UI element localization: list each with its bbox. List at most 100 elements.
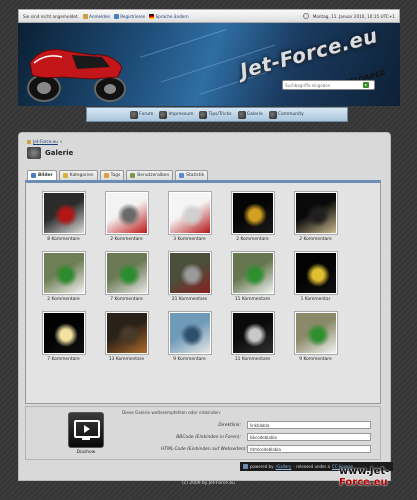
comment-count: 9 Kommentare [173,357,206,362]
embed-row-html: HTML-Code (Einbinden auf Webseiten): [161,445,371,453]
register-link[interactable]: Registrieren [114,13,145,19]
scooter-image [27,49,126,102]
comment-count: 3 Kommentare [173,237,206,242]
tab-benutzeralben[interactable]: Benutzeralben [126,170,174,180]
share-embed-panel: Diese Galerie weiterempfehlen oder einbi… [25,406,381,460]
gallery-item: 9 Kommentare [158,312,221,362]
images-icon [31,173,36,178]
comment-count: 9 Kommentare [299,357,332,362]
gallery-icon [237,110,246,119]
embed-row-direktlink: Direktlink: [161,421,371,429]
image-thumbnail[interactable] [105,252,148,294]
folder-icon [62,173,68,178]
html-code-field[interactable] [247,445,371,453]
tab-tags[interactable]: Tags [99,170,125,180]
tab-bilder[interactable]: Bilder [27,170,57,180]
rgallery-link[interactable]: rGallery [275,464,291,469]
nav-galerie[interactable]: Galerie [237,110,263,119]
flag-icon [149,13,155,19]
language-link[interactable]: Sprache ändern [149,13,189,19]
comment-count: 7 Kommentare [110,297,143,302]
comment-count: 2 Kommentare [110,237,143,242]
comment-count: 21 Kommentare [171,297,208,302]
site-header: Jet-Force.eu RELOADED [18,23,400,106]
search-input[interactable] [285,82,363,88]
nav-impressum[interactable]: Impressum [159,110,193,119]
image-thumbnail[interactable] [42,192,85,234]
nav-tips-tricks[interactable]: Tips/Tricks [199,110,232,119]
login-link[interactable]: Anmelden [82,13,110,19]
field-label: BBCode (Einbinden in Foren): [176,434,241,440]
comment-count: 2 Kommentare [47,297,80,302]
comment-count: 11 Kommentare [234,297,271,302]
breadcrumb-home-link[interactable]: Jet-Force.eu [33,139,58,144]
register-icon [114,13,120,19]
diashow-label: Diashow [76,450,96,455]
gallery-title-icon [27,147,41,159]
gallery-panel: 8 Kommentare 2 Kommentare 3 Kommentare 2… [25,180,381,448]
image-thumbnail[interactable] [231,252,274,294]
gallery-item: 2 Kommentare [221,192,284,242]
tag-icon [103,173,109,178]
main-navigation: Forum Impressum Tips/Tricks Galerie Comm… [86,107,348,122]
comment-count: 2 Kommentare [236,237,269,242]
image-thumbnail[interactable] [294,312,337,354]
image-thumbnail[interactable] [168,192,211,234]
gallery-item: 7 Kommentare [32,312,95,362]
gallery-logo-icon [243,464,248,469]
gallery-item: 2 Kommentare [284,192,347,242]
nav-forum[interactable]: Forum [130,110,153,119]
statistics-icon [179,173,185,178]
gallery-item: 13 Kommentare [95,312,158,362]
tips-icon [199,110,208,119]
image-thumbnail[interactable] [105,312,148,354]
diashow-button[interactable]: Diashow [68,412,104,455]
page-wrapper: Sie sind nicht angemeldet. Anmelden Regi… [18,9,400,106]
image-thumbnail[interactable] [231,192,274,234]
field-label: HTML-Code (Einbinden auf Webseiten): [161,446,247,452]
image-thumbnail[interactable] [105,192,148,234]
forum-icon [130,110,139,119]
breadcrumb: Jet-Force.eu » [27,139,62,144]
bbcode-field[interactable] [247,433,371,441]
nav-community[interactable]: Community [268,110,304,119]
gallery-item: 3 Kommentare [158,192,221,242]
gallery-item: 21 Kommentare [158,252,221,302]
image-thumbnail[interactable] [42,312,85,354]
search-submit-icon[interactable]: ▸ [363,82,369,88]
impressum-icon [159,110,168,119]
clock-icon [302,13,309,19]
slideshow-tv-icon [68,412,104,448]
gallery-item: 7 Kommentare [95,252,158,302]
gallery-item: 1 Kommentar [284,252,347,302]
image-thumbnail[interactable] [231,312,274,354]
login-status: Sie sind nicht angemeldet. [23,13,79,19]
page-header: Galerie [27,147,73,159]
site-logo: Jet-Force.eu [237,23,381,83]
search-box: ▸ [282,80,375,90]
home-icon [27,139,31,144]
key-icon [82,13,88,19]
community-icon [268,110,277,119]
field-label: Direktlink: [218,422,241,428]
image-thumbnail[interactable] [168,312,211,354]
image-thumbnail[interactable] [294,192,337,234]
content-area: Jet-Force.eu » Galerie Bilder Kategorien… [18,132,391,481]
gallery-item: 2 Kommentare [95,192,158,242]
gallery-item: 11 Kommentare [221,312,284,362]
tab-kategorien[interactable]: Kategorien [58,170,98,180]
comment-count: 1 Kommentar [300,297,331,302]
comment-count: 8 Kommentare [47,237,80,242]
comment-count: 7 Kommentare [47,357,80,362]
image-thumbnail[interactable] [42,252,85,294]
embed-intro: Diese Galerie weiterempfehlen oder einbi… [122,410,222,415]
date-time: Montag, 11. Januar 2010, 10:15 UTC+1 [312,13,395,19]
image-thumbnail[interactable] [294,252,337,294]
direktlink-field[interactable] [247,421,371,429]
gallery-item: 8 Kommentare [32,192,95,242]
user-albums-icon [130,173,136,178]
image-thumbnail[interactable] [168,252,211,294]
tab-statistik[interactable]: Statistik [175,170,209,180]
comment-count: 13 Kommentare [108,357,145,362]
gallery-tabs: Bilder Kategorien Tags Benutzeralben Sta… [27,170,209,180]
